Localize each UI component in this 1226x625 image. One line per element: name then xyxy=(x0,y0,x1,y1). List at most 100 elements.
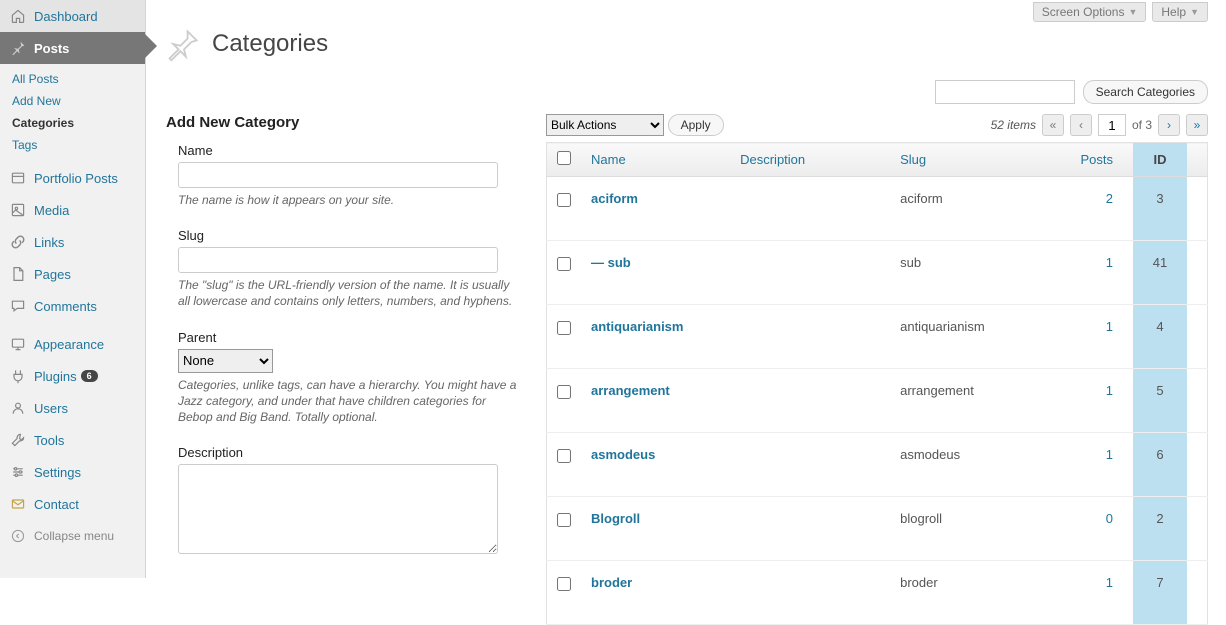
sidebar-item-users[interactable]: Users xyxy=(0,392,145,424)
screen-options-button[interactable]: Screen Options▼ xyxy=(1033,2,1147,22)
sidebar-item-plugins[interactable]: Plugins 6 xyxy=(0,360,145,392)
page-input[interactable] xyxy=(1098,114,1126,136)
row-posts[interactable]: 1 xyxy=(1050,369,1133,433)
col-name[interactable]: Name xyxy=(581,143,730,177)
row-name-link[interactable]: — sub xyxy=(591,255,631,270)
page-first-button[interactable]: « xyxy=(1042,114,1064,136)
sidebar-tools-label: Tools xyxy=(34,433,64,448)
form-heading: Add New Category xyxy=(166,114,526,131)
categories-table-wrap: Bulk Actions Apply 52 items « ‹ of 3 › » xyxy=(546,114,1208,625)
search-row: Search Categories xyxy=(166,80,1208,104)
sidebar-item-portfolio[interactable]: Portfolio Posts xyxy=(0,162,145,194)
row-posts[interactable]: 0 xyxy=(1050,497,1133,561)
table-nav: Bulk Actions Apply 52 items « ‹ of 3 › » xyxy=(546,114,1208,136)
slug-input[interactable] xyxy=(178,247,498,273)
row-checkbox[interactable] xyxy=(557,257,571,271)
row-checkbox[interactable] xyxy=(557,385,571,399)
sidebar-links-label: Links xyxy=(34,235,64,250)
sidebar-item-comments[interactable]: Comments xyxy=(0,290,145,322)
col-description[interactable]: Description xyxy=(730,143,890,177)
sidebar-item-tools[interactable]: Tools xyxy=(0,424,145,456)
sidebar-collapse[interactable]: Collapse menu xyxy=(0,520,145,552)
row-name-link[interactable]: arrangement xyxy=(591,383,670,398)
row-name-link[interactable]: antiquarianism xyxy=(591,319,683,334)
pagination: 52 items « ‹ of 3 › » xyxy=(991,114,1208,136)
col-spacer xyxy=(1187,143,1208,177)
settings-icon xyxy=(8,462,28,482)
bulk-actions-select[interactable]: Bulk Actions xyxy=(546,114,664,136)
row-posts[interactable]: 1 xyxy=(1050,433,1133,497)
slug-help: The "slug" is the URL-friendly version o… xyxy=(178,277,518,309)
plugins-icon xyxy=(8,366,28,386)
row-name-link[interactable]: asmodeus xyxy=(591,447,655,462)
row-checkbox[interactable] xyxy=(557,577,571,591)
sidebar-item-contact[interactable]: Contact xyxy=(0,488,145,520)
sidebar-item-links[interactable]: Links xyxy=(0,226,145,258)
row-spacer xyxy=(1187,561,1208,625)
row-checkbox[interactable] xyxy=(557,513,571,527)
name-help: The name is how it appears on your site. xyxy=(178,192,518,208)
comments-icon xyxy=(8,296,28,316)
col-posts[interactable]: Posts xyxy=(1050,143,1133,177)
page-last-button[interactable]: » xyxy=(1186,114,1208,136)
row-name-link[interactable]: aciform xyxy=(591,191,638,206)
row-desc xyxy=(730,497,890,561)
sidebar-settings-label: Settings xyxy=(34,465,81,480)
sidebar-item-settings[interactable]: Settings xyxy=(0,456,145,488)
row-posts[interactable]: 1 xyxy=(1050,241,1133,305)
row-desc xyxy=(730,433,890,497)
sidebar-pages-label: Pages xyxy=(34,267,71,282)
sidebar-posts-label: Posts xyxy=(34,41,69,56)
row-slug: arrangement xyxy=(890,369,1050,433)
row-checkbox[interactable] xyxy=(557,321,571,335)
sidebar-item-dashboard[interactable]: Dashboard xyxy=(0,0,145,32)
row-desc xyxy=(730,241,890,305)
sidebar-sub-all-posts[interactable]: All Posts xyxy=(0,68,145,90)
row-checkbox[interactable] xyxy=(557,449,571,463)
page-prev-button[interactable]: ‹ xyxy=(1070,114,1092,136)
description-label: Description xyxy=(178,445,526,460)
row-posts[interactable]: 2 xyxy=(1050,177,1133,241)
row-posts[interactable]: 1 xyxy=(1050,305,1133,369)
row-checkbox[interactable] xyxy=(557,193,571,207)
sidebar-sub-categories[interactable]: Categories xyxy=(0,112,145,134)
name-input[interactable] xyxy=(178,162,498,188)
search-input[interactable] xyxy=(935,80,1075,104)
collapse-icon xyxy=(8,526,28,546)
sidebar-plugins-label: Plugins xyxy=(34,369,77,384)
categories-header-icon xyxy=(166,26,202,62)
row-spacer xyxy=(1187,177,1208,241)
main-content: Screen Options▼ Help▼ Categories Search … xyxy=(160,0,1226,625)
table-row: broderbroder17 xyxy=(547,561,1208,625)
sidebar-item-appearance[interactable]: Appearance xyxy=(0,328,145,360)
select-all-checkbox[interactable] xyxy=(557,151,571,165)
description-input[interactable] xyxy=(178,464,498,554)
home-icon xyxy=(8,6,28,26)
links-icon xyxy=(8,232,28,252)
item-count: 52 items xyxy=(991,118,1036,132)
sidebar-sub-add-new[interactable]: Add New xyxy=(0,90,145,112)
row-name-link[interactable]: Blogroll xyxy=(591,511,640,526)
help-button[interactable]: Help▼ xyxy=(1152,2,1208,22)
table-row: antiquarianismantiquarianism14 xyxy=(547,305,1208,369)
sidebar-item-posts[interactable]: Posts xyxy=(0,32,145,64)
sidebar-contact-label: Contact xyxy=(34,497,79,512)
admin-sidebar: Dashboard Posts All Posts Add New Catego… xyxy=(0,0,146,578)
sidebar-sub-tags[interactable]: Tags xyxy=(0,134,145,156)
sidebar-item-pages[interactable]: Pages xyxy=(0,258,145,290)
sidebar-dashboard-label: Dashboard xyxy=(34,9,98,24)
sidebar-item-media[interactable]: Media xyxy=(0,194,145,226)
col-slug[interactable]: Slug xyxy=(890,143,1050,177)
page-next-button[interactable]: › xyxy=(1158,114,1180,136)
row-name-link[interactable]: broder xyxy=(591,575,632,590)
row-posts[interactable]: 1 xyxy=(1050,561,1133,625)
apply-button[interactable]: Apply xyxy=(668,114,724,136)
contact-icon xyxy=(8,494,28,514)
col-id[interactable]: ID xyxy=(1133,143,1187,177)
add-category-form: Add New Category Name The name is how it… xyxy=(166,114,526,625)
row-slug: broder xyxy=(890,561,1050,625)
parent-select[interactable]: None xyxy=(178,349,273,373)
search-button[interactable]: Search Categories xyxy=(1083,80,1208,104)
tools-icon xyxy=(8,430,28,450)
row-desc xyxy=(730,177,890,241)
